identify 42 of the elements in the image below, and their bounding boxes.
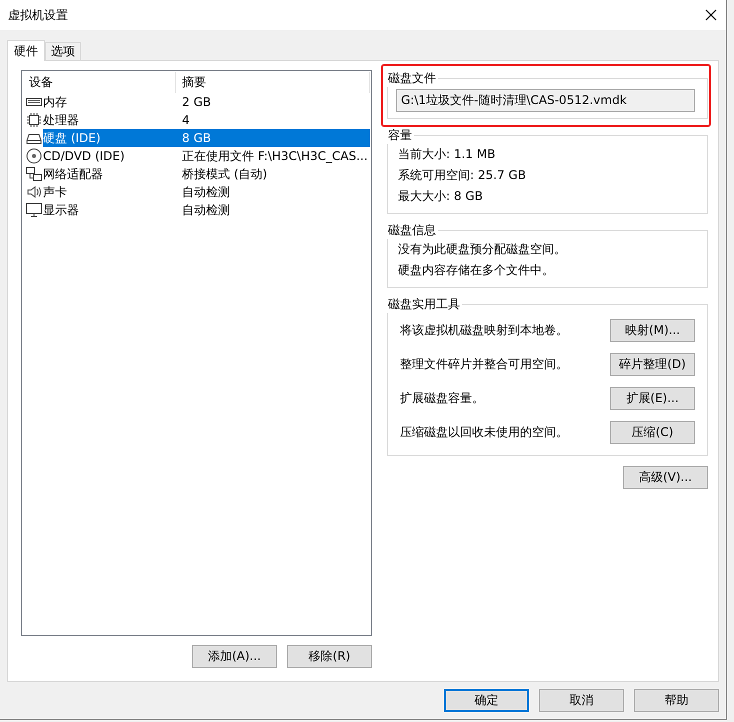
- tool-button[interactable]: 碎片整理(D): [610, 352, 695, 376]
- info-text: 最大大小: 8 GB: [397, 188, 484, 205]
- tool-description: 将该虚拟机磁盘映射到本地卷。: [400, 322, 568, 338]
- chip-icon: [26, 112, 42, 128]
- device-row[interactable]: 内存 2 GB: [43, 93, 370, 111]
- tab[interactable]: 硬件: [7, 40, 45, 61]
- tool-button[interactable]: 压缩(C): [610, 420, 695, 444]
- file-path-field[interactable]: G:\1垃圾文件-随时清理\CAS-0512.vmdk: [396, 89, 695, 112]
- info-text: 没有为此硬盘预分配磁盘空间。: [397, 241, 567, 258]
- tool-button[interactable]: 扩展(E)...: [610, 386, 695, 410]
- column-header[interactable]: 设备: [23, 72, 176, 93]
- speaker-icon: [26, 184, 42, 200]
- network-icon: [26, 166, 42, 182]
- group-title: 容量: [387, 127, 413, 144]
- device-row[interactable]: 处理器 4: [43, 111, 370, 129]
- group-title: 磁盘实用工具: [387, 296, 461, 313]
- tool-description: 压缩磁盘以回收未使用的空间。: [400, 424, 568, 440]
- list-button[interactable]: 添加(A)...: [192, 645, 277, 668]
- tool-description: 整理文件碎片并整合可用空间。: [400, 356, 568, 372]
- device-row[interactable]: 显示器 自动检测: [43, 201, 370, 219]
- column-header[interactable]: 摘要: [176, 72, 370, 93]
- info-text: 硬盘内容存储在多个文件中。: [397, 262, 555, 279]
- list-button[interactable]: 移除(R): [287, 645, 372, 668]
- advanced-button[interactable]: 高级(V)...: [623, 466, 708, 489]
- device-row[interactable]: 网络适配器 桥接模式 (自动): [43, 165, 370, 183]
- info-text: 当前大小: 1.1 MB: [397, 146, 496, 163]
- tool-button[interactable]: 映射(M)...: [610, 318, 695, 342]
- close-icon[interactable]: [705, 9, 717, 21]
- tab[interactable]: 选项: [45, 42, 81, 60]
- window-title: 虚拟机设置: [8, 6, 68, 24]
- group-title: 磁盘文件: [387, 70, 437, 87]
- dialog-button[interactable]: 确定: [444, 689, 529, 712]
- dialog-button[interactable]: 取消: [539, 689, 624, 712]
- info-text: 系统可用空间: 25.7 GB: [397, 167, 527, 184]
- dialog-button[interactable]: 帮助: [634, 689, 719, 712]
- device-row[interactable]: CD/DVD (IDE) 正在使用文件 F:\H3C\H3C_CAS...: [43, 147, 370, 165]
- device-row[interactable]: 声卡 自动检测: [43, 183, 370, 201]
- tool-description: 扩展磁盘容量。: [400, 390, 484, 406]
- device-row[interactable]: 硬盘 (IDE) 8 GB: [43, 129, 370, 147]
- group-title: 磁盘信息: [387, 222, 437, 239]
- monitor-icon: [26, 202, 42, 218]
- disc-icon: [26, 148, 42, 164]
